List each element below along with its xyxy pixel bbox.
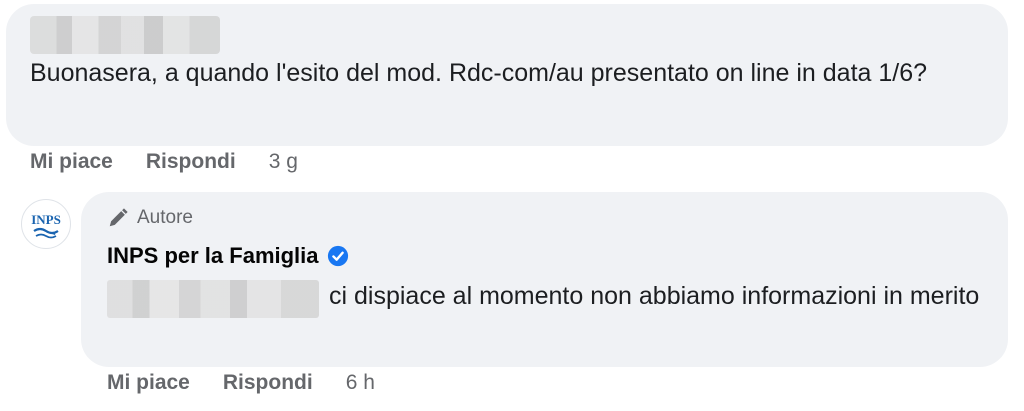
reply-text: ci dispiace al momento non abbiamo infor… <box>329 282 980 310</box>
inps-logo-icon: INPS <box>23 201 69 247</box>
comment-thread: Buonasera, a quando l'esito del mod. Rdc… <box>0 0 1024 411</box>
pen-icon <box>109 208 128 227</box>
like-button[interactable]: Mi piace <box>30 150 113 174</box>
author-badge-label: Autore <box>137 207 193 228</box>
reply-author: INPS per la Famiglia <box>107 243 349 269</box>
inps-avatar[interactable]: INPS <box>21 199 71 249</box>
like-button[interactable]: Mi piace <box>107 371 190 395</box>
author-badge: Autore <box>107 207 193 229</box>
comment-timestamp[interactable]: 3 g <box>269 150 298 174</box>
verified-badge-icon <box>327 245 348 267</box>
page-name-link[interactable]: INPS per la Famiglia <box>107 243 319 269</box>
reply-button[interactable]: Rispondi <box>146 150 236 174</box>
reply-timestamp[interactable]: 6 h <box>346 371 375 395</box>
blurred-commenter-name[interactable] <box>30 16 220 54</box>
inps-logo-text: INPS <box>31 212 61 227</box>
reply-button[interactable]: Rispondi <box>223 371 313 395</box>
comment-text: Buonasera, a quando l'esito del mod. Rdc… <box>30 59 928 87</box>
reply-actions: Mi piace Rispondi 6 h <box>107 371 375 395</box>
comment-actions: Mi piace Rispondi 3 g <box>30 150 298 174</box>
